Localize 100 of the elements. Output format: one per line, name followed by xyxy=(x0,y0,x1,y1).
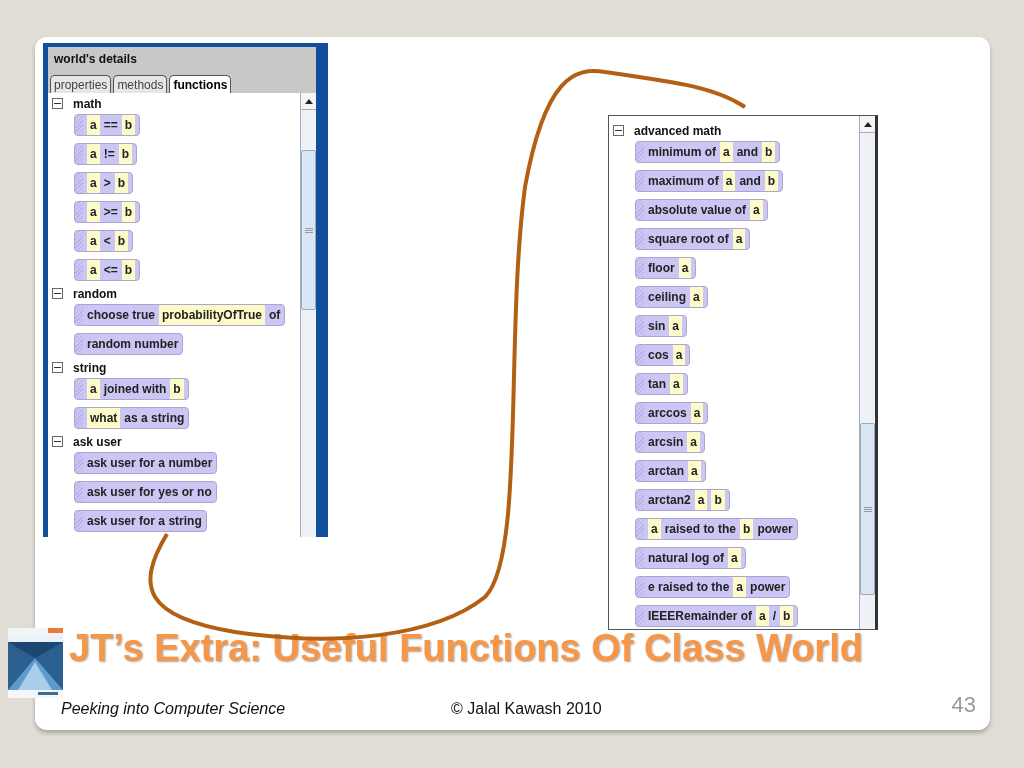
parameter-slot[interactable]: a xyxy=(733,577,747,597)
scrollbar[interactable] xyxy=(859,116,875,629)
scroll-thumb[interactable] xyxy=(301,150,316,310)
parameter-slot[interactable]: a xyxy=(669,316,683,336)
parameter-slot[interactable]: a xyxy=(87,379,100,399)
copyright-text: © Jalal Kawash 2010 xyxy=(451,700,603,718)
parameter-slot[interactable]: a xyxy=(756,606,769,626)
parameter-slot[interactable]: a xyxy=(720,142,733,162)
function-tile[interactable]: random number xyxy=(74,333,184,355)
tile-text: ask user for a number xyxy=(87,456,213,470)
collapse-icon[interactable] xyxy=(52,436,63,447)
tile-text: and xyxy=(736,145,759,159)
function-tile[interactable]: square root of a xyxy=(635,228,751,250)
parameter-slot[interactable]: a xyxy=(690,287,703,307)
parameter-slot[interactable]: a xyxy=(87,115,100,135)
parameter-slot[interactable]: what xyxy=(87,408,121,428)
parameter-slot[interactable]: a xyxy=(87,231,100,251)
footer-text: Peeking into Computer Science xyxy=(61,700,287,718)
function-tile[interactable]: what as a string xyxy=(74,407,190,429)
panel-title: world's details xyxy=(53,51,138,68)
tab[interactable]: properties xyxy=(50,75,112,93)
scrollbar[interactable] xyxy=(300,93,316,537)
scroll-thumb[interactable] xyxy=(860,423,875,595)
parameter-slot[interactable]: a xyxy=(687,432,701,452)
function-tile[interactable]: arctan2 a b xyxy=(635,489,730,511)
parameter-slot[interactable]: a xyxy=(648,519,661,539)
parameter-slot[interactable]: a xyxy=(87,202,100,222)
parameter-slot[interactable]: b xyxy=(762,142,776,162)
parameter-slot[interactable]: a xyxy=(87,144,100,164)
tab[interactable]: functions xyxy=(169,75,232,93)
function-tile[interactable]: a > b xyxy=(74,172,134,194)
parameter-slot[interactable]: b xyxy=(170,379,184,399)
tile-text: sin xyxy=(648,319,666,333)
function-tile[interactable]: tan a xyxy=(635,373,688,395)
function-tile[interactable]: cos a xyxy=(635,344,691,366)
parameter-slot[interactable]: a xyxy=(672,345,686,365)
function-tile[interactable]: ask user for a string xyxy=(74,510,207,532)
parameter-slot[interactable]: a xyxy=(732,229,746,249)
parameter-slot[interactable]: a xyxy=(750,200,763,220)
tile-text: cos xyxy=(648,348,669,362)
collapse-icon[interactable] xyxy=(613,125,624,136)
up-arrow-icon[interactable] xyxy=(863,121,872,127)
tile-text: as a string xyxy=(124,411,185,425)
tile-text: maximum of xyxy=(648,174,719,188)
parameter-slot[interactable]: b xyxy=(780,606,794,626)
function-tile[interactable]: ask user for a number xyxy=(74,452,218,474)
function-tile[interactable]: absolute value of a xyxy=(635,199,768,221)
tile-text: random number xyxy=(87,337,179,351)
function-tile[interactable]: a joined with b xyxy=(74,378,189,400)
parameter-slot[interactable]: b xyxy=(121,202,136,222)
parameter-slot[interactable]: a xyxy=(688,461,701,481)
parameter-slot[interactable]: a xyxy=(670,374,683,394)
parameter-slot[interactable]: a xyxy=(728,548,741,568)
function-tile[interactable]: a <= b xyxy=(74,259,141,281)
parameter-slot[interactable]: a xyxy=(694,490,708,510)
function-tile[interactable]: a raised to the b power xyxy=(635,518,798,540)
collapse-icon[interactable] xyxy=(52,362,63,373)
function-tile[interactable]: a >= b xyxy=(74,201,141,223)
parameter-slot[interactable]: b xyxy=(114,173,129,193)
parameter-slot[interactable]: a xyxy=(87,173,100,193)
function-tile[interactable]: a < b xyxy=(74,230,134,252)
function-tile[interactable]: maximum of a and b xyxy=(635,170,784,192)
parameter-slot[interactable]: a xyxy=(87,260,100,280)
parameter-slot[interactable]: b xyxy=(764,171,779,191)
parameter-slot[interactable]: a xyxy=(722,171,736,191)
parameter-slot[interactable]: b xyxy=(740,519,754,539)
parameter-slot[interactable]: a xyxy=(690,403,704,423)
function-tile[interactable]: e raised to the a power xyxy=(635,576,791,598)
function-tile[interactable]: natural log of a xyxy=(635,547,746,569)
function-tile[interactable]: arcsin a xyxy=(635,431,706,453)
function-tile[interactable]: sin a xyxy=(635,315,688,337)
collapse-icon[interactable] xyxy=(52,98,63,109)
function-tile[interactable]: choose true probabilityOfTrue of xyxy=(74,304,286,326)
tile-text: absolute value of xyxy=(648,203,747,217)
page-number: 43 xyxy=(951,692,976,718)
function-tile[interactable]: a == b xyxy=(74,114,141,136)
category-label: random xyxy=(73,286,117,301)
parameter-slot[interactable]: b xyxy=(711,490,725,510)
tile-text: joined with xyxy=(103,382,167,396)
parameter-slot[interactable]: b xyxy=(121,260,136,280)
tile-text: arcsin xyxy=(648,435,684,449)
parameter-slot[interactable]: a xyxy=(678,258,692,278)
function-tile[interactable]: floor a xyxy=(635,257,697,279)
function-tile[interactable]: minimum of a and b xyxy=(635,141,781,163)
parameter-slot[interactable]: b xyxy=(121,115,136,135)
function-tile[interactable]: ceiling a xyxy=(635,286,708,308)
tile-text: and xyxy=(739,174,761,188)
parameter-slot[interactable]: b xyxy=(114,231,129,251)
function-tile[interactable]: a != b xyxy=(74,143,138,165)
tab[interactable]: methods xyxy=(113,75,168,93)
parameter-slot[interactable]: probabilityOfTrue xyxy=(159,305,266,325)
function-tile[interactable]: IEEERemainder of a / b xyxy=(635,605,799,627)
function-tile[interactable]: ask user for yes or no xyxy=(74,481,217,503)
function-tile[interactable]: arctan a xyxy=(635,460,706,482)
function-tile[interactable]: arccos a xyxy=(635,402,709,424)
up-arrow-icon[interactable] xyxy=(304,98,313,104)
parameter-slot[interactable]: b xyxy=(118,144,133,164)
tile-text: ceiling xyxy=(648,290,686,304)
collapse-icon[interactable] xyxy=(52,288,63,299)
tile-text: square root of xyxy=(648,232,729,246)
